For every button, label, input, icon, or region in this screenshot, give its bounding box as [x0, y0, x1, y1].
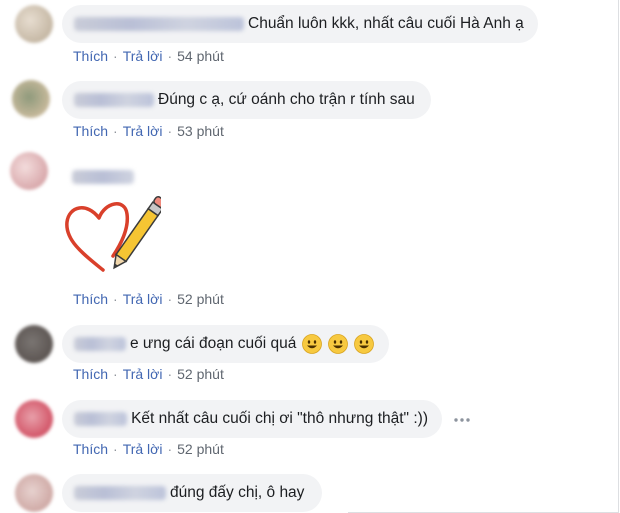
- like-button[interactable]: Thích: [73, 123, 108, 139]
- comment-text: đúng đấy chị, ô hay: [170, 484, 305, 501]
- heart-pencil-sticker: [65, 196, 161, 272]
- like-button[interactable]: Thích: [73, 366, 108, 382]
- comment-actions: Thích · Trả lời · 54 phút: [73, 48, 224, 64]
- avatar[interactable]: [15, 325, 53, 363]
- reply-button[interactable]: Trả lời: [123, 123, 163, 139]
- avatar[interactable]: [15, 5, 53, 43]
- commenter-name-blurred[interactable]: [74, 486, 166, 500]
- commenter-name-blurred[interactable]: [74, 412, 128, 426]
- commenter-name-blurred[interactable]: [74, 337, 126, 351]
- comment-actions: Thích · Trả lời · 52 phút: [73, 366, 224, 382]
- reply-button[interactable]: Trả lời: [123, 441, 163, 457]
- comment-bubble: Đúng c ạ, cứ oánh cho trận r tính sau: [62, 81, 431, 119]
- timestamp[interactable]: 53 phút: [177, 123, 224, 139]
- comment-bubble: e ưng cái đoạn cuối quá: [62, 325, 389, 363]
- comment-actions: Thích · Trả lời · 52 phút: [73, 441, 224, 457]
- timestamp[interactable]: 52 phút: [177, 441, 224, 457]
- timestamp[interactable]: 54 phút: [177, 48, 224, 64]
- commenter-name-blurred[interactable]: [74, 17, 244, 31]
- right-border: [618, 0, 619, 513]
- avatar[interactable]: [15, 400, 53, 438]
- like-button[interactable]: Thích: [73, 441, 108, 457]
- comment-text: e ưng cái đoạn cuối quá: [130, 335, 297, 352]
- commenter-name-blurred[interactable]: [74, 93, 154, 107]
- comment-actions: Thích · Trả lời · 53 phút: [73, 123, 224, 139]
- comment-bubble: Chuẩn luôn kkk, nhất câu cuối Hà Anh ạ: [62, 5, 538, 43]
- reply-button[interactable]: Trả lời: [123, 48, 163, 64]
- like-button[interactable]: Thích: [73, 291, 108, 307]
- timestamp[interactable]: 52 phút: [177, 366, 224, 382]
- comment-bubble: đúng đấy chị, ô hay: [62, 474, 322, 512]
- comment-bubble: Kết nhất câu cuối chị ơi "thô nhưng thật…: [62, 400, 442, 438]
- grinning-face-emoji: [302, 334, 323, 354]
- comment-text: Kết nhất câu cuối chị ơi "thô nhưng thật…: [131, 410, 428, 427]
- comment-actions: Thích · Trả lời · 52 phút: [73, 291, 224, 307]
- avatar[interactable]: [15, 474, 53, 512]
- avatar[interactable]: [12, 80, 50, 118]
- commenter-name-blurred[interactable]: [72, 170, 134, 184]
- reply-button[interactable]: Trả lời: [123, 366, 163, 382]
- comment-text: Chuẩn luôn kkk, nhất câu cuối Hà Anh ạ: [248, 15, 524, 32]
- comment-text: Đúng c ạ, cứ oánh cho trận r tính sau: [158, 91, 415, 108]
- like-button[interactable]: Thích: [73, 48, 108, 64]
- timestamp[interactable]: 52 phút: [177, 291, 224, 307]
- more-horizontal-icon[interactable]: [454, 417, 470, 423]
- grinning-face-emoji: [328, 334, 349, 354]
- grinning-face-emoji: [354, 334, 375, 354]
- reply-button[interactable]: Trả lời: [123, 291, 163, 307]
- avatar[interactable]: [10, 152, 48, 190]
